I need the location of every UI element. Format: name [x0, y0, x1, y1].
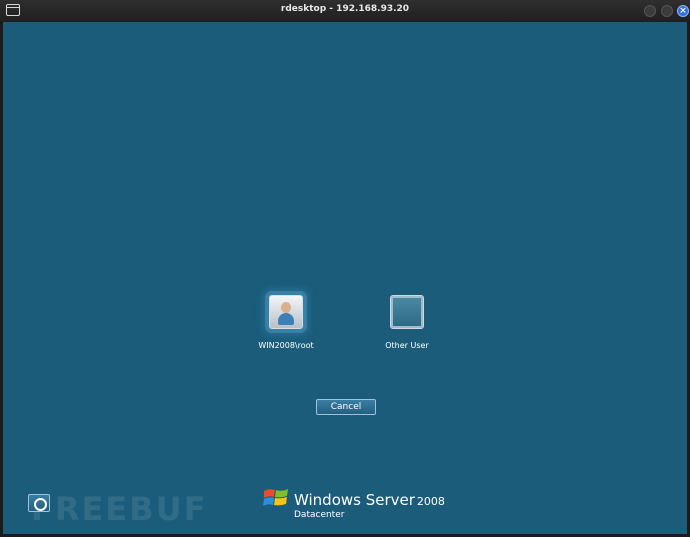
maximize-button[interactable]	[661, 5, 673, 17]
minimize-button[interactable]	[644, 5, 656, 17]
brand-version: 2008	[416, 495, 445, 508]
window-title: rdesktop - 192.168.93.20	[280, 4, 410, 14]
user-tile-label: WIN2008\root	[258, 341, 314, 350]
user-avatar-icon	[269, 295, 303, 329]
user-tile-label: Other User	[385, 341, 429, 350]
title-bar[interactable]: rdesktop - 192.168.93.20 ×	[0, 0, 690, 23]
close-button[interactable]: ×	[677, 5, 689, 17]
blank-user-icon	[390, 295, 424, 329]
ease-of-access-button[interactable]	[28, 494, 50, 512]
product-edition: Datacenter	[294, 510, 345, 520]
cancel-button[interactable]: Cancel	[316, 399, 376, 415]
windows-server-logo: Windows Server 2008 Datacenter	[263, 486, 445, 526]
user-tile-other-user[interactable]: Other User	[377, 295, 437, 350]
rdesktop-window: rdesktop - 192.168.93.20 × WIN2008\root …	[0, 0, 690, 537]
close-icon: ×	[679, 6, 687, 16]
windows-flag-icon	[263, 489, 288, 506]
watermark-text: FREEBUF	[31, 490, 208, 528]
user-tile-win2008-root[interactable]: WIN2008\root	[256, 295, 316, 350]
remote-login-screen: WIN2008\root Other User Cancel FREEBUF W…	[3, 22, 687, 534]
brand-name: Windows Server	[294, 491, 415, 509]
product-name: Windows Server 2008	[294, 490, 445, 509]
ease-of-access-icon	[34, 498, 47, 511]
